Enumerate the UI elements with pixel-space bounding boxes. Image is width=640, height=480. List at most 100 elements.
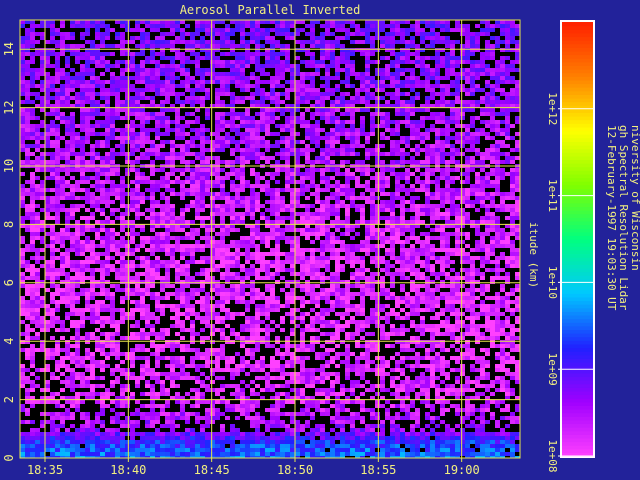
heatmap-cell [460,180,465,184]
heatmap-cell [325,268,330,272]
heatmap-cell [245,108,250,112]
heatmap-cell [90,100,95,104]
heatmap-cell [505,276,510,280]
heatmap-cell [195,212,200,216]
heatmap-cell [420,220,425,224]
heatmap-cell [220,76,225,80]
heatmap-cell [35,176,40,180]
heatmap-cell [275,108,280,112]
heatmap-cell [210,208,215,212]
heatmap-cell [420,32,425,36]
heatmap-cell [370,40,375,44]
heatmap-cell [130,248,135,252]
heatmap-cell [480,20,485,24]
heatmap-cell [450,120,455,124]
heatmap-cell [150,152,155,156]
heatmap-cell [430,252,435,256]
heatmap-cell [285,180,290,184]
heatmap-cell [425,32,430,36]
heatmap-cell [65,184,70,188]
heatmap-cell [230,216,235,220]
heatmap-cell [515,80,520,84]
heatmap-cell [480,120,485,124]
heatmap-cell [110,128,115,132]
heatmap-cell [270,100,275,104]
heatmap-cell [430,180,435,184]
heatmap-cell [505,136,510,140]
heatmap-cell [300,252,305,256]
heatmap-cell [35,192,40,196]
heatmap-cell [155,180,160,184]
heatmap-cell [235,220,240,224]
heatmap-cell [280,136,285,140]
heatmap-cell [475,64,480,68]
heatmap-cell [295,32,300,36]
heatmap-cell [495,44,500,48]
heatmap-cell [65,208,70,212]
heatmap-cell [345,144,350,148]
heatmap-cell [360,220,365,224]
heatmap-cell [125,40,130,44]
heatmap-cell [345,248,350,252]
heatmap-cell [50,276,55,280]
heatmap-cell [470,92,475,96]
heatmap-cell [440,228,445,232]
heatmap-cell [90,168,95,172]
heatmap-cell [445,20,450,24]
heatmap-cell [115,60,120,64]
heatmap-cell [170,156,175,160]
heatmap-cell [460,276,465,280]
heatmap-cell [180,220,185,224]
heatmap-cell [195,20,200,24]
heatmap-cell [310,92,315,96]
heatmap-cell [360,32,365,36]
heatmap-cell [420,36,425,40]
heatmap-cell [270,28,275,32]
heatmap-cell [155,76,160,80]
heatmap-cell [380,168,385,172]
heatmap-cell [170,64,175,68]
heatmap-cell [320,176,325,180]
heatmap-cell [110,212,115,216]
heatmap-cell [140,52,145,56]
heatmap-cell [60,20,65,24]
heatmap-cell [235,96,240,100]
heatmap-cell [510,64,515,68]
heatmap-cell [240,216,245,220]
heatmap-cell [40,48,45,52]
heatmap-cell [40,184,45,188]
heatmap-cell [80,204,85,208]
heatmap-cell [90,148,95,152]
heatmap-cell [100,64,105,68]
heatmap-cell [475,88,480,92]
heatmap-cell [75,92,80,96]
heatmap-cell [325,72,330,76]
heatmap-cell [340,192,345,196]
heatmap-cell [200,172,205,176]
heatmap-cell [210,276,215,280]
heatmap-cell [155,296,160,300]
heatmap-cell [305,88,310,92]
heatmap-cell [80,124,85,128]
heatmap-cell [110,168,115,172]
heatmap-cell [450,48,455,52]
heatmap-cell [220,124,225,128]
heatmap-cell [45,60,50,64]
heatmap-cell [150,228,155,232]
heatmap-cell [190,260,195,264]
heatmap-cell [115,44,120,48]
heatmap-cell [445,168,450,172]
heatmap-cell [160,40,165,44]
heatmap-cell [180,272,185,276]
heatmap-cell [135,184,140,188]
heatmap-cell [450,28,455,32]
heatmap-cell [225,200,230,204]
heatmap-cell [445,60,450,64]
heatmap-cell [215,232,220,236]
heatmap-cell [385,100,390,104]
heatmap-cell [355,48,360,52]
heatmap-cell [150,100,155,104]
heatmap-cell [440,152,445,156]
heatmap-cell [475,180,480,184]
heatmap-cell [240,20,245,24]
